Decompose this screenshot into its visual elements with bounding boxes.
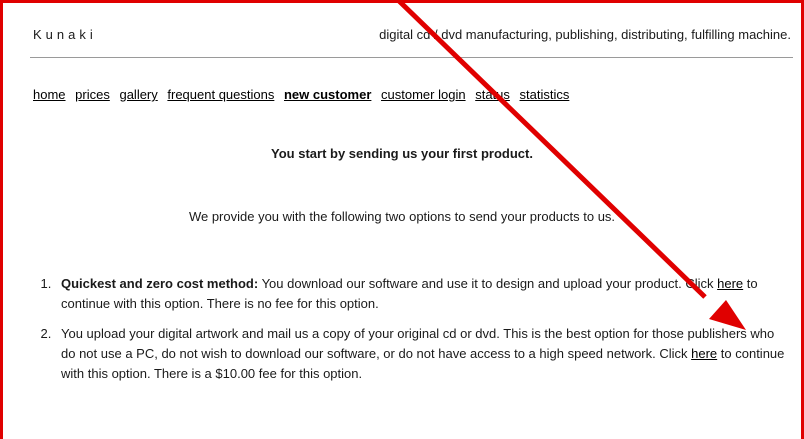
option-1-here-link[interactable]: here [717,276,743,291]
nav-link-new-customer[interactable]: new customer [284,87,371,102]
site-header: Kunaki digital cd / dvd manufacturing, p… [33,27,791,47]
options-list: Quickest and zero cost method: You downl… [33,274,789,394]
option-title: Quickest and zero cost method: [61,276,259,291]
option-text: You upload your digital artwork and mail… [61,326,775,361]
page-heading: You start by sending us your first produ… [271,146,533,161]
site-logo-text: Kunaki [33,27,97,42]
site-tagline: digital cd / dvd manufacturing, publishi… [379,27,791,42]
option-text: You download our software and use it to … [258,276,718,291]
nav-link-statistics[interactable]: statistics [520,87,570,102]
intro-text: We provide you with the following two op… [188,209,616,224]
option-item-mail: You upload your digital artwork and mail… [55,324,789,384]
nav-link-prices[interactable]: prices [75,87,110,102]
nav-link-gallery[interactable]: gallery [119,87,157,102]
nav-link-frequent-questions[interactable]: frequent questions [167,87,274,102]
main-nav: home prices gallery frequent questions n… [33,87,575,102]
option-item-quickest: Quickest and zero cost method: You downl… [55,274,789,314]
header-divider [30,57,793,58]
nav-link-customer-login[interactable]: customer login [381,87,466,102]
nav-link-home[interactable]: home [33,87,66,102]
option-2-here-link[interactable]: here [691,346,717,361]
page-content: Kunaki digital cd / dvd manufacturing, p… [3,3,801,439]
nav-link-status[interactable]: status [475,87,510,102]
